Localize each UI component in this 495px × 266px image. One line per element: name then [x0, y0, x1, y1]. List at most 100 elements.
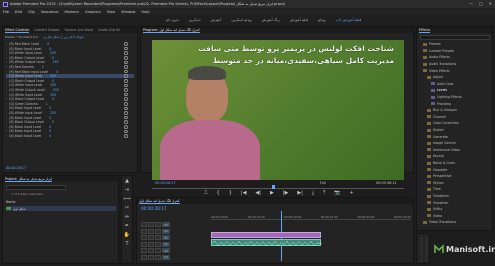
minimize-icon[interactable]: —	[469, 1, 473, 6]
workspace-tab-active[interactable]: فیلم آموزش ذات	[336, 18, 362, 22]
video-clip[interactable]	[211, 232, 321, 238]
fit-dropdown[interactable]: Full	[320, 181, 326, 185]
reset-parameter-icon[interactable]	[124, 92, 128, 97]
parameter-value[interactable]: 0	[56, 70, 58, 74]
track-toggle-icon[interactable]	[155, 228, 161, 234]
effects-tree-item[interactable]: Keying	[427, 154, 444, 159]
maximize-icon[interactable]: ▢	[479, 1, 483, 6]
parameter-value[interactable]: 0	[47, 42, 49, 46]
effects-tree-item[interactable]: Blur & Sharpen	[427, 108, 457, 113]
menu-edit[interactable]: Edit	[15, 10, 22, 14]
effect-parameter-row[interactable]: › (R) Red Black Input Level 0	[6, 70, 134, 74]
expand-chevron-icon[interactable]: ›	[6, 116, 7, 120]
track-select-icon[interactable]: ⇥	[124, 187, 131, 194]
menu-graphics[interactable]: Graphics	[85, 10, 101, 14]
expand-chevron-icon[interactable]: ›	[6, 56, 7, 60]
expand-chevron-icon[interactable]: ›	[6, 74, 7, 78]
go-to-out-icon[interactable]: ▶|	[297, 190, 303, 196]
parameter-value[interactable]: 0	[52, 120, 54, 124]
track-label[interactable]: V3	[162, 222, 170, 227]
track-sync-icon[interactable]	[148, 241, 154, 247]
expand-chevron-icon[interactable]: ›	[6, 51, 7, 55]
reset-parameter-icon[interactable]	[124, 83, 128, 88]
menu-window[interactable]: Window	[121, 10, 135, 14]
effects-tree-item[interactable]: Video Effects	[423, 68, 450, 73]
effect-parameter-row[interactable]: › (G) White Input Level 255	[6, 93, 134, 97]
effects-search-input[interactable]	[420, 35, 490, 40]
expand-chevron-icon[interactable]: ›	[6, 83, 7, 87]
add-button-icon[interactable]: +	[350, 190, 354, 196]
parameter-value[interactable]: 0	[49, 129, 51, 133]
expand-chevron-icon[interactable]: ›	[6, 106, 7, 110]
play-icon[interactable]: ▶	[270, 190, 274, 196]
parameter-value[interactable]: 0	[52, 79, 54, 83]
track-lock-icon[interactable]	[141, 228, 147, 234]
track-lock-icon[interactable]	[141, 222, 147, 227]
reset-parameter-icon[interactable]	[124, 120, 128, 125]
step-forward-icon[interactable]: |▶	[283, 190, 289, 196]
reset-parameter-icon[interactable]	[124, 134, 128, 138]
effects-tree-item[interactable]: Adjust	[427, 75, 443, 80]
reset-parameter-icon[interactable]	[124, 60, 128, 65]
expand-chevron-icon[interactable]: ›	[6, 60, 7, 64]
reset-parameter-icon[interactable]	[124, 79, 128, 83]
expand-chevron-icon[interactable]: ›	[6, 88, 7, 92]
parameter-value[interactable]: 0	[49, 106, 51, 110]
workspace-tab[interactable]: ویدئو	[318, 18, 325, 22]
expand-chevron-icon[interactable]: ›	[6, 47, 7, 51]
parameter-value[interactable]: 0	[52, 97, 54, 101]
workspace-tab[interactable]: اسکرین	[189, 18, 201, 22]
effect-parameter-row[interactable]: › (G) Black Output Level 0	[6, 97, 134, 101]
effects-tree-item[interactable]: Audio Effects	[423, 55, 450, 60]
tab-effects[interactable]: Effects	[419, 28, 431, 33]
effect-parameter-row[interactable]: › (R) White Input Level 255	[6, 51, 134, 55]
track-sync-icon[interactable]	[148, 235, 154, 240]
effects-tree-item[interactable]: Transition	[427, 200, 448, 205]
workspace-tab[interactable]: آموزش	[210, 18, 221, 22]
parameter-value[interactable]: 1	[42, 65, 44, 69]
reset-parameter-icon[interactable]	[124, 111, 128, 115]
close-icon[interactable]: ✕	[489, 1, 492, 6]
program-timecode-current[interactable]: 00:00:28:17	[155, 181, 176, 185]
effects-tree-item[interactable]: Auto Color	[431, 82, 454, 87]
expand-chevron-icon[interactable]: ›	[6, 79, 7, 83]
playhead-marker[interactable]	[272, 185, 275, 189]
effect-parameter-row[interactable]: › (B) Black Input Level 0	[6, 134, 134, 138]
track-label[interactable]: V1	[162, 235, 170, 240]
effects-tree-item[interactable]: Stylize	[427, 181, 444, 186]
expand-chevron-icon[interactable]: ›	[6, 111, 7, 115]
track-label[interactable]: A1	[162, 241, 170, 247]
parameter-value[interactable]: 0	[49, 47, 51, 51]
effect-parameter-row[interactable]: › (B) Black Output Level 0	[6, 120, 134, 124]
tab-audio-clip-mixer[interactable]: Audio Clip Mi	[98, 28, 119, 32]
expand-chevron-icon[interactable]: ›	[6, 97, 7, 101]
slip-tool-icon[interactable]: ⇹	[124, 214, 131, 221]
track-label[interactable]: A3	[162, 254, 170, 260]
track-lock-icon[interactable]	[141, 248, 147, 253]
effects-tree-item[interactable]: Presets	[423, 42, 441, 47]
parameter-value[interactable]: 255	[50, 74, 56, 78]
track-sync-icon[interactable]	[148, 248, 154, 253]
workspace-tab[interactable]: فیلم آموزش	[290, 18, 308, 22]
effects-tree-item[interactable]: Noise & Grain	[427, 161, 455, 166]
expand-chevron-icon[interactable]: ›	[6, 42, 7, 46]
step-back-icon[interactable]: ◀|	[255, 190, 261, 196]
effect-parameter-row[interactable]: › (G) Green Gamma 1	[6, 102, 134, 106]
effects-tree-item[interactable]: Utility	[427, 207, 442, 212]
track-label[interactable]: A2	[162, 248, 170, 253]
effects-tree-item[interactable]: Color Correction	[427, 121, 459, 126]
track-toggle-icon[interactable]	[155, 254, 161, 260]
effect-parameter-row[interactable]: › (G) White Output Level 255	[6, 88, 134, 92]
reset-parameter-icon[interactable]	[124, 69, 128, 74]
menu-file[interactable]: File	[3, 10, 9, 14]
reset-parameter-icon[interactable]	[124, 56, 128, 60]
tab-source[interactable]: Source: (no clips)	[65, 28, 94, 32]
effect-parameter-row[interactable]: › (R) Red Gamma 1	[6, 65, 134, 69]
parameter-value[interactable]: 0	[52, 56, 54, 60]
program-video-frame[interactable]: شناخت افکت لولنس در پریمیر پرو توسط متی …	[152, 40, 404, 180]
marker-icon[interactable]: ⎍	[204, 190, 208, 196]
expand-chevron-icon[interactable]: ›	[6, 120, 7, 124]
effect-parameter-row[interactable]: › (R) White Output Level 255	[6, 60, 134, 64]
effects-tree-item[interactable]: Obsolete	[427, 167, 447, 172]
effect-parameter-row[interactable]: › (R) Black Input Level 0	[6, 47, 134, 51]
